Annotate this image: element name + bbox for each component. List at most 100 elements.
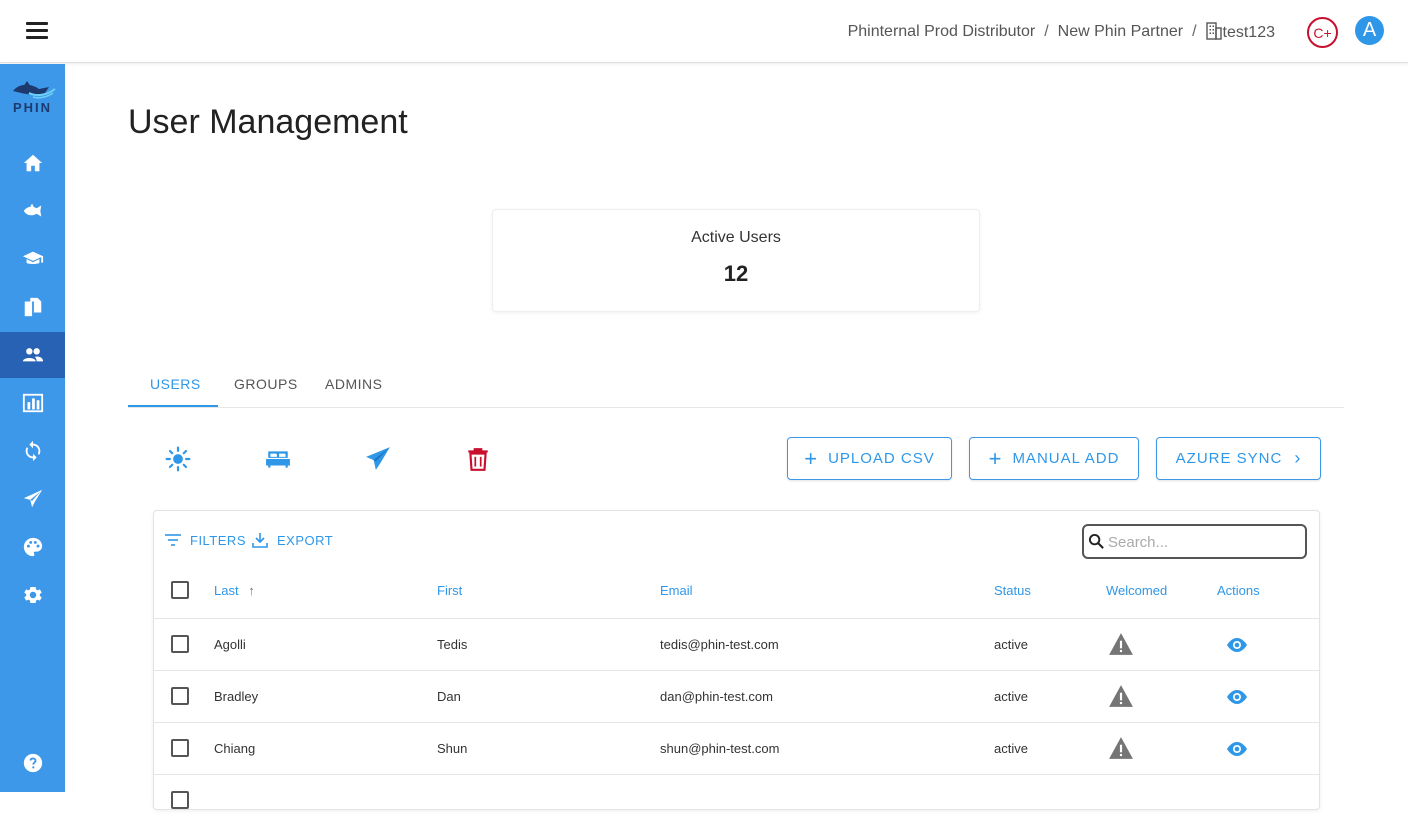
upload-csv-label: UPLOAD CSV (828, 450, 935, 467)
manual-add-button[interactable]: + MANUAL ADD (969, 437, 1139, 480)
tab-users[interactable]: USERS (150, 376, 201, 392)
graduation-cap-icon (22, 251, 43, 265)
plus-icon: + (804, 445, 819, 471)
view-eye-icon[interactable] (1225, 740, 1249, 758)
search-field[interactable] (1082, 524, 1307, 559)
export-label: EXPORT (277, 532, 334, 548)
bar-chart-icon (22, 393, 43, 413)
sidebar-item-branding[interactable] (0, 524, 65, 570)
cell-last: Chiang (214, 741, 256, 756)
sort-arrow-icon: ↑ (248, 583, 255, 598)
hamburger-menu-icon[interactable] (26, 22, 48, 40)
warning-icon (1109, 633, 1133, 655)
sidebar: PHIN (0, 64, 65, 792)
breadcrumb-company[interactable]: test123 (1205, 22, 1275, 42)
table-row: Chiang Shun shun@phin-test.com active (154, 722, 1319, 774)
cell-first: Shun (437, 741, 468, 756)
sync-icon (25, 440, 40, 462)
sidebar-item-reports[interactable] (0, 380, 65, 426)
export-button[interactable]: EXPORT (251, 531, 333, 549)
stat-value: 12 (723, 261, 749, 286)
sidebar-item-phishing[interactable] (0, 188, 65, 234)
table-row: Bradley Dan dan@phin-test.com active (154, 670, 1319, 722)
sidebar-item-help[interactable] (0, 740, 65, 786)
column-header-first[interactable]: First (437, 583, 462, 598)
sidebar-item-home[interactable] (0, 140, 65, 186)
select-all-checkbox[interactable] (171, 581, 189, 599)
home-icon (23, 154, 42, 172)
cell-email: tedis@phin-test.com (660, 637, 779, 652)
azure-sync-label: AZURE SYNC (1175, 450, 1283, 467)
view-eye-icon[interactable] (1225, 636, 1249, 654)
breadcrumb-partner[interactable]: New Phin Partner (1058, 23, 1183, 41)
upload-csv-button[interactable]: + UPLOAD CSV (787, 437, 952, 480)
sidebar-item-training[interactable] (0, 236, 65, 282)
trash-icon[interactable] (465, 446, 491, 472)
plus-icon: + (988, 445, 1003, 471)
cell-last: Agolli (214, 637, 246, 652)
breadcrumb: Phinternal Prod Distributor / New Phin P… (848, 22, 1275, 42)
filters-label: FILTERS (190, 532, 246, 548)
column-header-last[interactable]: Last ↑ (214, 583, 255, 598)
cell-email: shun@phin-test.com (660, 741, 780, 756)
row-checkbox[interactable] (171, 739, 189, 757)
breadcrumb-distributor[interactable]: Phinternal Prod Distributor (848, 23, 1036, 41)
table-row (154, 774, 1319, 826)
view-eye-icon[interactable] (1225, 688, 1249, 706)
sidebar-item-settings[interactable] (0, 572, 65, 618)
page-title: User Management (128, 103, 408, 141)
column-header-welcomed[interactable]: Welcomed (1106, 583, 1167, 598)
top-bar: Phinternal Prod Distributor / New Phin P… (0, 0, 1408, 63)
cell-first: Tedis (437, 637, 468, 652)
cell-status: active (994, 689, 1028, 704)
breadcrumb-separator: / (1044, 23, 1049, 40)
documents-icon (24, 297, 41, 317)
filter-icon (165, 534, 181, 546)
tab-groups[interactable]: GROUPS (234, 376, 298, 392)
column-header-last-label: Last (214, 583, 239, 598)
sidebar-item-send[interactable] (0, 476, 65, 522)
cell-last: Bradley (214, 689, 259, 704)
tab-admins[interactable]: ADMINS (325, 376, 382, 392)
fish-icon (23, 203, 41, 217)
stat-label: Active Users (691, 229, 781, 246)
row-checkbox[interactable] (171, 791, 189, 809)
users-icon (22, 348, 43, 362)
sidebar-item-documents[interactable] (0, 284, 65, 330)
manual-add-label: MANUAL ADD (1012, 450, 1120, 467)
send-icon (23, 489, 42, 508)
sun-icon[interactable] (165, 446, 191, 472)
download-icon (252, 533, 268, 548)
avatar[interactable]: A (1355, 16, 1384, 45)
warning-icon (1109, 685, 1133, 707)
tabs: USERS GROUPS ADMINS (128, 364, 1344, 408)
cell-status: active (994, 637, 1028, 652)
tab-indicator (128, 405, 218, 407)
search-icon (1088, 533, 1104, 549)
breadcrumb-company-label: test123 (1222, 24, 1275, 41)
column-header-status[interactable]: Status (994, 583, 1031, 598)
warning-icon (1109, 737, 1133, 759)
settings-icon (23, 587, 42, 603)
breadcrumb-separator: / (1192, 23, 1197, 40)
search-input[interactable] (1108, 531, 1298, 553)
row-checkbox[interactable] (171, 687, 189, 705)
bed-icon[interactable] (265, 446, 291, 472)
credits-icon[interactable]: C+ (1307, 17, 1338, 48)
send-icon[interactable] (365, 446, 391, 472)
active-users-card: Active Users 12 (492, 209, 980, 312)
column-header-email[interactable]: Email (660, 583, 693, 598)
users-table: FILTERS EXPORT Last ↑ First Email Status… (153, 510, 1320, 810)
azure-sync-button[interactable]: AZURE SYNC › (1156, 437, 1321, 480)
sidebar-item-sync[interactable] (0, 428, 65, 474)
table-row: Agolli Tedis tedis@phin-test.com active (154, 618, 1319, 670)
sidebar-item-users[interactable] (0, 332, 65, 378)
palette-icon (23, 537, 42, 557)
logo-text: PHIN (12, 100, 53, 115)
cell-first: Dan (437, 689, 461, 704)
filters-button[interactable]: FILTERS (164, 531, 246, 549)
cell-email: dan@phin-test.com (660, 689, 773, 704)
row-checkbox[interactable] (171, 635, 189, 653)
building-icon (1205, 22, 1222, 40)
cell-status: active (994, 741, 1028, 756)
